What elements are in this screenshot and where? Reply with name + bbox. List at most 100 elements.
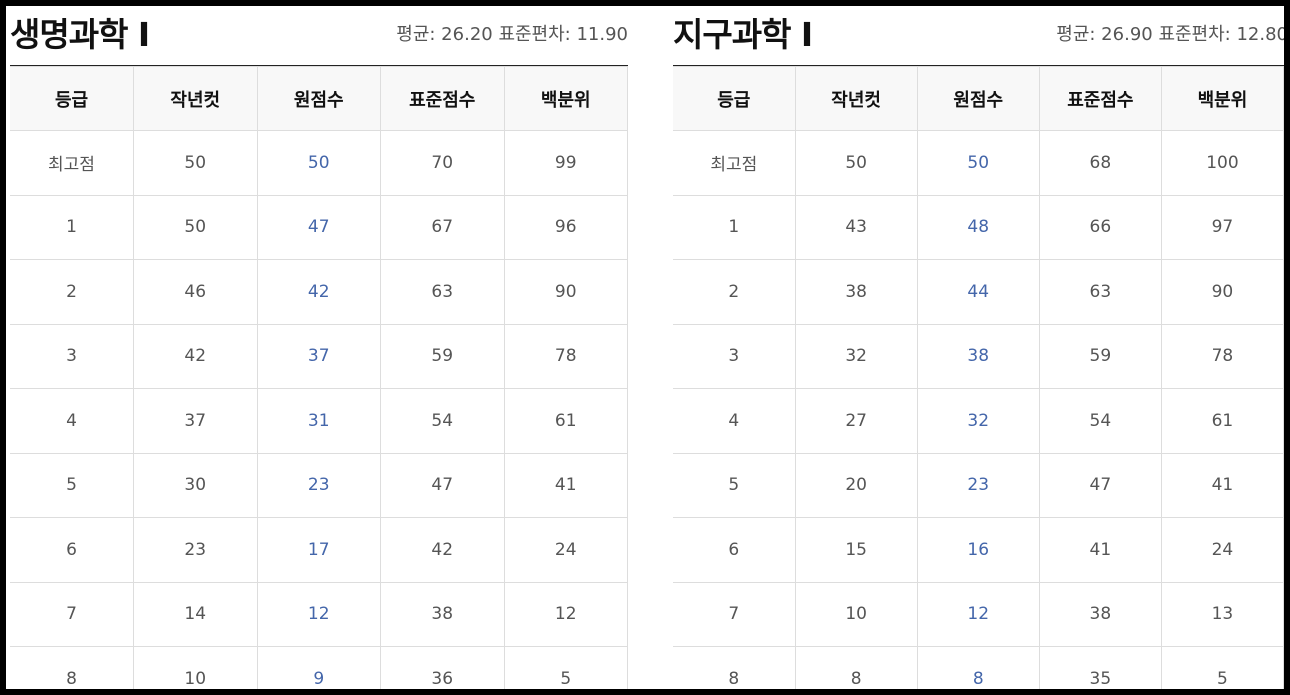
table-cell: 61 (503, 388, 628, 454)
column-header: 등급 (10, 66, 134, 131)
table-cell: 43 (794, 194, 918, 260)
table-cell: 50 (916, 130, 1040, 196)
table-cell: 4 (10, 388, 134, 454)
table-cell: 최고점 (673, 130, 796, 196)
table-row: 1 43 48 66 97 (673, 194, 1284, 260)
column-header: 작년컷 (133, 66, 258, 131)
table-row: 7 14 12 38 12 (10, 581, 628, 647)
table-cell: 59 (1038, 323, 1162, 389)
table-cell: 17 (256, 517, 381, 583)
table-row: 4 27 32 54 61 (673, 388, 1284, 454)
table-cell: 30 (133, 452, 258, 518)
table-cell: 47 (380, 452, 505, 518)
table-cell: 48 (916, 194, 1040, 260)
table-cell: 50 (133, 194, 258, 260)
table-cell: 50 (256, 130, 381, 196)
table-cell: 8 (10, 646, 134, 689)
table-cell: 7 (673, 581, 796, 647)
table-cell: 59 (380, 323, 505, 389)
column-header: 백분위 (1160, 66, 1284, 131)
table-row: 8 8 8 35 5 (673, 646, 1284, 689)
table-cell: 90 (1160, 259, 1284, 325)
table-cell: 24 (503, 517, 628, 583)
table-row: 6 23 17 42 24 (10, 517, 628, 583)
table-cell: 50 (794, 130, 918, 196)
table-cell: 78 (503, 323, 628, 389)
table-cell: 13 (1160, 581, 1284, 647)
table-row: 3 42 37 59 78 (10, 323, 628, 389)
screenshot-frame: 생명과학 Ⅰ 평균: 26.20 표준편차: 11.90 등급 작년컷 원점수 표준점… (6, 6, 1284, 689)
table-header-row: 등급 작년컷 원점수 표준점수 백분위 (673, 66, 1284, 131)
column-header: 작년컷 (794, 66, 918, 131)
table-cell: 68 (1038, 130, 1162, 196)
table-cell: 67 (380, 194, 505, 260)
table-cell: 23 (133, 517, 258, 583)
table-cell: 38 (794, 259, 918, 325)
table-cell: 16 (916, 517, 1040, 583)
table-cell: 61 (1160, 388, 1284, 454)
table-cell: 27 (794, 388, 918, 454)
panel-title: 지구과학 Ⅰ (673, 15, 813, 54)
table-cell: 37 (133, 388, 258, 454)
table-cell: 63 (380, 259, 505, 325)
column-header: 백분위 (503, 66, 628, 131)
table-cell: 38 (380, 581, 505, 647)
table-cell: 14 (133, 581, 258, 647)
table-row: 7 10 12 38 13 (673, 581, 1284, 647)
panel-stats: 평균: 26.90 표준편차: 12.80 (1056, 24, 1284, 45)
column-header: 원점수 (256, 66, 381, 131)
table-cell: 1 (673, 194, 796, 260)
table-cell: 63 (1038, 259, 1162, 325)
panel-stats: 평균: 26.20 표준편차: 11.90 (396, 24, 628, 45)
table-cell: 31 (256, 388, 381, 454)
table-cell: 47 (1038, 452, 1162, 518)
table-cell: 44 (916, 259, 1040, 325)
table-cell: 5 (1160, 646, 1284, 689)
grade-table: 등급 작년컷 원점수 표준점수 백분위 최고점 50 50 70 99 1 50 47 67 96 2 46 42… (10, 66, 628, 689)
table-cell: 최고점 (10, 130, 134, 196)
table-cell: 41 (503, 452, 628, 518)
column-header: 표준점수 (380, 66, 505, 131)
table-cell: 15 (794, 517, 918, 583)
table-cell: 8 (916, 646, 1040, 689)
table-row: 8 10 9 36 5 (10, 646, 628, 689)
column-header: 표준점수 (1038, 66, 1162, 131)
table-cell: 66 (1038, 194, 1162, 260)
table-cell: 42 (380, 517, 505, 583)
table-cell: 20 (794, 452, 918, 518)
table-cell: 2 (10, 259, 134, 325)
table-cell: 36 (380, 646, 505, 689)
table-cell: 35 (1038, 646, 1162, 689)
panel-title: 생명과학 Ⅰ (10, 15, 150, 54)
table-cell: 5 (503, 646, 628, 689)
table-cell: 7 (10, 581, 134, 647)
table-cell: 32 (916, 388, 1040, 454)
table-cell: 8 (794, 646, 918, 689)
panel-header: 생명과학 Ⅰ 평균: 26.20 표준편차: 11.90 (10, 6, 628, 66)
table-cell: 32 (794, 323, 918, 389)
table-cell: 3 (10, 323, 134, 389)
table-row: 최고점 50 50 68 100 (673, 130, 1284, 196)
table-cell: 8 (673, 646, 796, 689)
table-cell: 46 (133, 259, 258, 325)
table-cell: 70 (380, 130, 505, 196)
table-cell: 100 (1160, 130, 1284, 196)
table-cell: 2 (673, 259, 796, 325)
table-row: 4 37 31 54 61 (10, 388, 628, 454)
panel-earth-science: 지구과학 Ⅰ 평균: 26.90 표준편차: 12.80 등급 작년컷 원점수 표준점… (673, 6, 1284, 689)
table-cell: 12 (916, 581, 1040, 647)
table-cell: 54 (380, 388, 505, 454)
table-cell: 54 (1038, 388, 1162, 454)
table-cell: 12 (503, 581, 628, 647)
table-cell: 23 (256, 452, 381, 518)
table-cell: 78 (1160, 323, 1284, 389)
table-cell: 37 (256, 323, 381, 389)
table-cell: 9 (256, 646, 381, 689)
table-cell: 50 (133, 130, 258, 196)
table-row: 2 38 44 63 90 (673, 259, 1284, 325)
table-cell: 41 (1038, 517, 1162, 583)
table-cell: 12 (256, 581, 381, 647)
table-cell: 90 (503, 259, 628, 325)
table-cell: 99 (503, 130, 628, 196)
table-row: 2 46 42 63 90 (10, 259, 628, 325)
